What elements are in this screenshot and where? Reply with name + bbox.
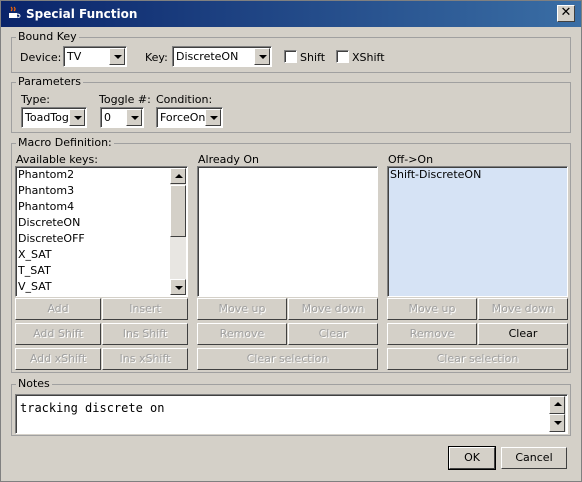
add-shift-button[interactable]: Add Shift [15,323,101,345]
available-keys-label: Available keys: [16,153,98,166]
device-dropdown-button[interactable] [109,48,125,65]
available-keys-scrollbar[interactable] [170,168,186,295]
xshift-label: XShift [352,51,385,64]
off-on-clear-button[interactable]: Clear [478,323,568,345]
ins-shift-button[interactable]: Ins Shift [102,323,188,345]
bound-key-group: Bound Key Device: TV Key: DiscreteON Shi… [11,31,571,73]
key-dropdown-button[interactable] [254,48,270,65]
type-label: Type: [21,93,50,106]
already-on-list[interactable] [197,166,378,297]
chevron-down-icon [131,116,139,120]
off-on-clear-selection-button[interactable]: Clear selection [387,348,568,370]
scroll-thumb[interactable] [170,185,186,237]
already-on-move-down-button[interactable]: Move down [288,298,378,320]
scroll-up-button[interactable] [170,168,186,184]
list-item[interactable]: Phantom2 [16,167,187,183]
type-dropdown-button[interactable] [69,109,85,126]
list-item[interactable]: X_SAT [16,247,187,263]
list-item[interactable]: Phantom3 [16,183,187,199]
special-function-dialog: Special Function ✕ Bound Key Device: TV … [0,0,582,482]
macro-definition-legend: Macro Definition: [16,136,114,149]
off-on-remove-button[interactable]: Remove [387,323,477,345]
condition-value: ForceOn [160,111,206,124]
list-item[interactable]: DiscreteOFF [16,231,187,247]
already-on-label: Already On [198,153,259,166]
key-label: Key: [145,51,168,64]
shift-label: Shift [300,51,326,64]
close-icon: ✕ [560,5,572,20]
condition-dropdown-button[interactable] [205,109,221,126]
already-on-move-up-button[interactable]: Move up [197,298,287,320]
bound-key-legend: Bound Key [16,30,79,43]
list-item[interactable]: Phantom4 [16,199,187,215]
condition-label: Condition: [156,93,213,106]
off-on-list[interactable]: Shift-DiscreteON [387,166,568,297]
toggle-select[interactable]: 0 [100,107,144,128]
notes-textarea[interactable]: tracking discrete on [15,394,568,434]
chevron-down-icon [554,421,562,425]
list-item[interactable]: DiscreteON [16,215,187,231]
already-on-clear-button[interactable]: Clear [288,323,378,345]
key-value: DiscreteON [176,50,239,63]
notes-text: tracking discrete on [20,401,165,415]
close-button[interactable]: ✕ [557,5,575,22]
insert-button[interactable]: Insert [102,298,188,320]
add-xshift-button[interactable]: Add xShift [15,348,101,370]
ok-button[interactable]: OK [449,447,495,469]
chevron-down-icon [259,55,267,59]
off-on-label: Off->On [388,153,434,166]
device-label: Device: [20,51,62,64]
toggle-value: 0 [104,111,111,124]
toggle-label: Toggle #: [99,93,151,106]
title-bar: Special Function ✕ [1,1,581,27]
add-button[interactable]: Add [15,298,101,320]
notes-legend: Notes [16,377,52,390]
shift-checkbox[interactable] [284,50,297,63]
device-value: TV [67,50,82,63]
notes-scrollbar[interactable] [549,396,566,432]
key-select[interactable]: DiscreteON [172,46,272,67]
condition-select[interactable]: ForceOn [156,107,223,128]
off-on-move-down-button[interactable]: Move down [478,298,568,320]
already-on-clear-selection-button[interactable]: Clear selection [197,348,378,370]
chevron-down-icon [210,116,218,120]
chevron-up-icon [175,174,183,178]
parameters-group: Parameters Type: ToadTog Toggle #: 0 Con… [11,76,571,133]
scroll-down-button[interactable] [170,279,186,295]
toggle-dropdown-button[interactable] [126,109,142,126]
xshift-checkbox[interactable] [336,50,349,63]
list-item[interactable]: Shift-DiscreteON [388,167,567,183]
ins-xshift-button[interactable]: Ins xShift [102,348,188,370]
parameters-legend: Parameters [16,75,83,88]
type-value: ToadTog [25,111,69,124]
available-keys-items: Phantom2 Phantom3 Phantom4 DiscreteON Discre… [16,167,187,295]
available-keys-list[interactable]: Phantom2 Phantom3 Phantom4 DiscreteON Discre… [15,166,188,297]
chevron-down-icon [175,286,183,290]
chevron-down-icon [74,116,82,120]
window-title: Special Function [26,7,138,21]
device-select[interactable]: TV [63,46,127,67]
java-cup-icon [9,6,21,18]
chevron-up-icon [554,402,562,406]
already-on-remove-button[interactable]: Remove [197,323,287,345]
type-select[interactable]: ToadTog [21,107,87,128]
list-item[interactable]: T_SAT [16,263,187,279]
chevron-down-icon [114,55,122,59]
notes-scroll-up-button[interactable] [549,396,565,414]
off-on-move-up-button[interactable]: Move up [387,298,477,320]
list-item[interactable]: V_SAT [16,279,187,295]
off-on-items: Shift-DiscreteON [388,167,567,183]
notes-scroll-down-button[interactable] [549,414,565,432]
cancel-button[interactable]: Cancel [501,447,567,469]
